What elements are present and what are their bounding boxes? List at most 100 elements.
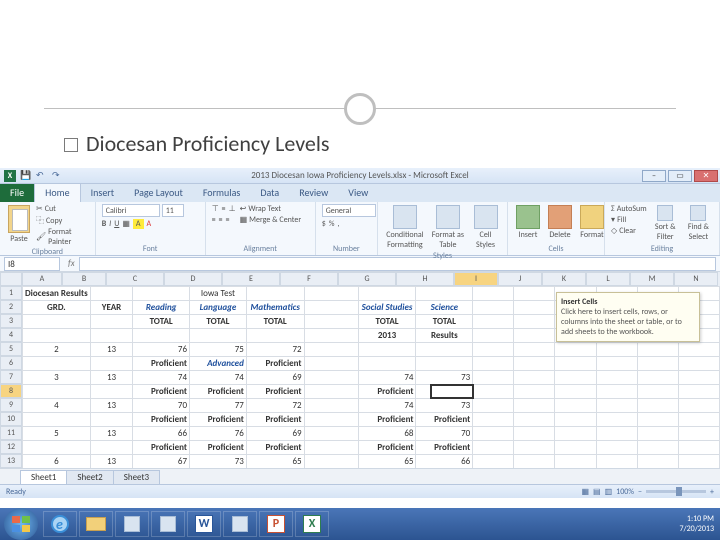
cell[interactable]: 69 bbox=[246, 427, 304, 441]
cell[interactable] bbox=[304, 315, 358, 329]
cell[interactable] bbox=[637, 413, 678, 427]
cell[interactable] bbox=[473, 455, 514, 469]
row-header-11[interactable]: 11 bbox=[0, 426, 22, 440]
tab-insert[interactable]: Insert bbox=[81, 183, 125, 202]
cell[interactable]: 13 bbox=[90, 371, 133, 385]
cell[interactable] bbox=[473, 413, 514, 427]
view-layout-icon[interactable]: ▤ bbox=[593, 487, 601, 497]
col-header-A[interactable]: A bbox=[22, 272, 62, 286]
cell[interactable] bbox=[637, 427, 678, 441]
align-bot-button[interactable]: ⊥ bbox=[229, 204, 236, 214]
cell[interactable]: Advanced bbox=[190, 357, 247, 371]
fill-button[interactable]: ▾ Fill bbox=[611, 215, 647, 225]
cell[interactable] bbox=[555, 413, 596, 427]
cell[interactable] bbox=[246, 287, 304, 301]
cell[interactable] bbox=[637, 441, 678, 455]
col-header-N[interactable]: N bbox=[674, 272, 718, 286]
cell[interactable] bbox=[23, 357, 91, 371]
cell[interactable] bbox=[358, 357, 416, 371]
column-headers[interactable]: ABCDEFGHIJKLMN bbox=[0, 272, 720, 286]
cell[interactable]: 2013 bbox=[358, 329, 416, 343]
cell[interactable] bbox=[23, 329, 91, 343]
cell[interactable] bbox=[678, 357, 719, 371]
merge-center-button[interactable]: ▦ Merge & Center bbox=[240, 215, 302, 225]
tab-formulas[interactable]: Formulas bbox=[193, 183, 250, 202]
col-header-D[interactable]: D bbox=[164, 272, 222, 286]
cell[interactable]: 4 bbox=[23, 399, 91, 413]
col-header-H[interactable]: H bbox=[396, 272, 454, 286]
cell[interactable]: TOTAL bbox=[358, 315, 416, 329]
cell[interactable] bbox=[514, 343, 555, 357]
cell[interactable]: Social Studies bbox=[358, 301, 416, 315]
cell[interactable] bbox=[473, 315, 514, 329]
cell[interactable] bbox=[358, 287, 416, 301]
paste-button[interactable]: Paste bbox=[6, 204, 32, 245]
cell[interactable] bbox=[304, 455, 358, 469]
cell[interactable] bbox=[246, 329, 304, 343]
cell[interactable]: TOTAL bbox=[133, 315, 190, 329]
cell[interactable] bbox=[473, 287, 514, 301]
cell[interactable]: Diocesan Results bbox=[23, 287, 91, 301]
cell[interactable] bbox=[555, 371, 596, 385]
cell[interactable] bbox=[304, 427, 358, 441]
view-break-icon[interactable]: ▥ bbox=[605, 487, 613, 497]
row-header-10[interactable]: 10 bbox=[0, 412, 22, 426]
cell[interactable] bbox=[416, 357, 473, 371]
file-tab[interactable]: File bbox=[0, 183, 34, 202]
cell[interactable] bbox=[678, 427, 719, 441]
zoom-out-button[interactable]: − bbox=[638, 487, 642, 497]
cell[interactable] bbox=[555, 427, 596, 441]
col-header-B[interactable]: B bbox=[62, 272, 106, 286]
insert-cells-button[interactable]: Insert bbox=[514, 204, 542, 241]
taskbar-excel[interactable]: X bbox=[295, 511, 329, 537]
cell[interactable]: 66 bbox=[416, 455, 473, 469]
cell[interactable] bbox=[514, 427, 555, 441]
tab-view[interactable]: View bbox=[338, 183, 378, 202]
cell[interactable] bbox=[555, 385, 596, 399]
col-header-G[interactable]: G bbox=[338, 272, 396, 286]
row-header-1[interactable]: 1 bbox=[0, 286, 22, 300]
cell[interactable]: 65 bbox=[358, 455, 416, 469]
cell[interactable] bbox=[637, 371, 678, 385]
cell[interactable] bbox=[514, 441, 555, 455]
cell[interactable] bbox=[555, 441, 596, 455]
cell[interactable]: Proficient bbox=[246, 413, 304, 427]
cell[interactable]: 73 bbox=[416, 371, 473, 385]
cell[interactable]: Iowa Test bbox=[190, 287, 247, 301]
cell[interactable]: 74 bbox=[133, 371, 190, 385]
cell[interactable] bbox=[358, 343, 416, 357]
cell[interactable]: 75 bbox=[190, 343, 247, 357]
sheet-tab-1[interactable]: Sheet1 bbox=[20, 470, 67, 484]
taskbar-app1[interactable] bbox=[115, 511, 149, 537]
cell[interactable]: YEAR bbox=[90, 301, 133, 315]
cell[interactable] bbox=[23, 315, 91, 329]
cell[interactable] bbox=[678, 385, 719, 399]
cell[interactable] bbox=[304, 357, 358, 371]
cell[interactable]: 74 bbox=[358, 399, 416, 413]
zoom-controls[interactable]: ▦ ▤ ▥ 100% − + bbox=[581, 487, 714, 497]
cell[interactable]: 74 bbox=[190, 371, 247, 385]
cell[interactable] bbox=[133, 287, 190, 301]
cell[interactable]: 2 bbox=[23, 343, 91, 357]
cell[interactable]: 13 bbox=[90, 427, 133, 441]
align-right-button[interactable]: ≡ bbox=[226, 215, 230, 225]
font-color-button[interactable]: A bbox=[147, 219, 152, 229]
taskbar-word[interactable]: W bbox=[187, 511, 221, 537]
cell[interactable]: Proficient bbox=[133, 385, 190, 399]
cell[interactable] bbox=[678, 343, 719, 357]
cell[interactable]: Results bbox=[416, 329, 473, 343]
cell[interactable]: Proficient bbox=[358, 385, 416, 399]
start-button[interactable] bbox=[4, 508, 38, 540]
cell[interactable]: TOTAL bbox=[246, 315, 304, 329]
cell[interactable]: Proficient bbox=[246, 357, 304, 371]
zoom-slider[interactable] bbox=[646, 490, 706, 493]
cell[interactable] bbox=[514, 357, 555, 371]
cell[interactable]: Language bbox=[190, 301, 247, 315]
format-cells-button[interactable]: Format bbox=[578, 204, 606, 241]
tab-review[interactable]: Review bbox=[289, 183, 338, 202]
fx-icon[interactable]: fx bbox=[68, 258, 75, 269]
cell[interactable] bbox=[473, 357, 514, 371]
row-header-3[interactable]: 3 bbox=[0, 314, 22, 328]
cell[interactable] bbox=[90, 441, 133, 455]
cell[interactable] bbox=[473, 371, 514, 385]
